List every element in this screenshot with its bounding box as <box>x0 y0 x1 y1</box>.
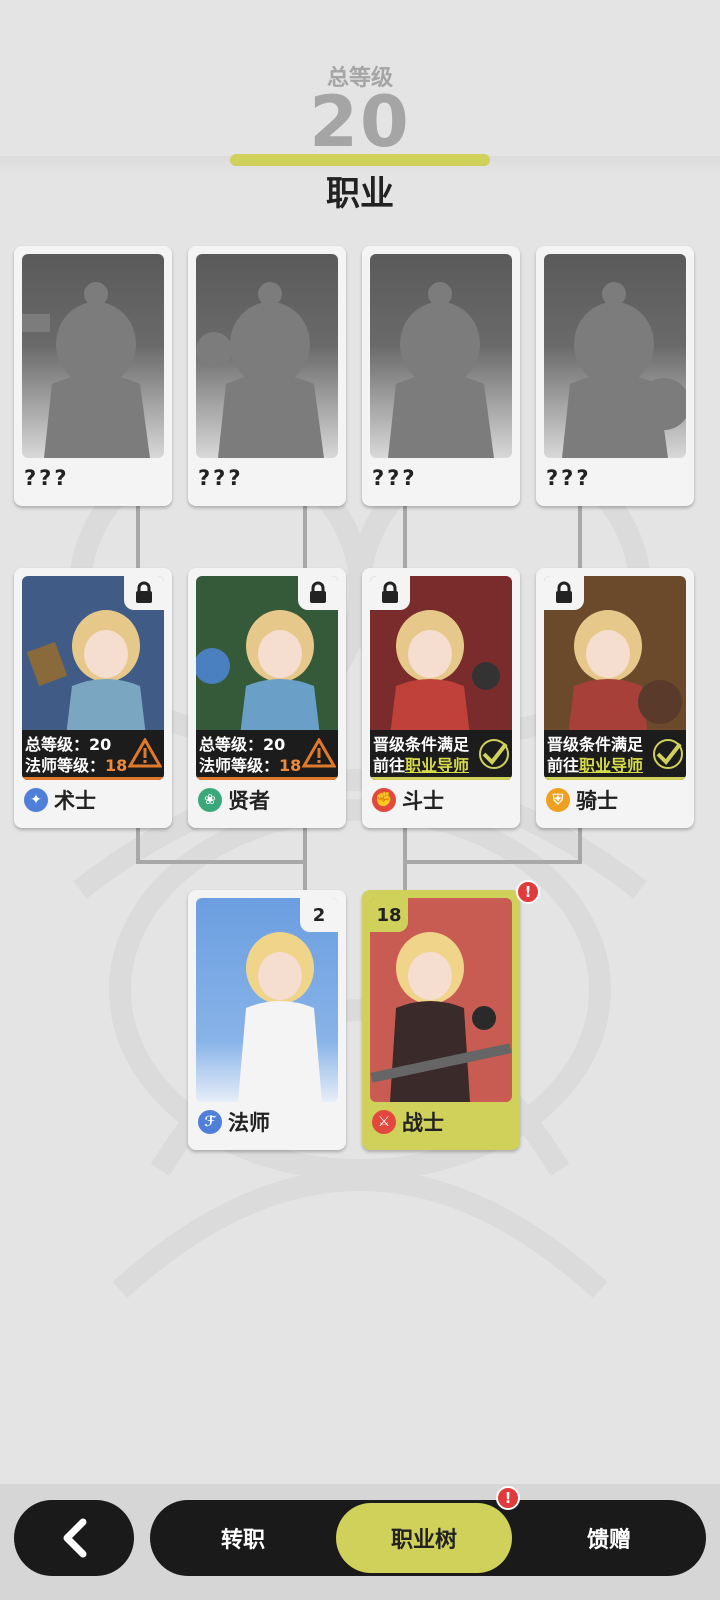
checkmark-icon <box>653 739 683 769</box>
back-button[interactable] <box>14 1500 134 1576</box>
fighter-portrait: 晋级条件满足 前往职业导师 <box>370 576 512 780</box>
alert-badge-icon: ! <box>516 880 540 904</box>
class-level-badge: 2 <box>300 898 338 932</box>
warrior-portrait: 18 <box>370 898 512 1102</box>
warrior-icon: ⚔ <box>372 1110 396 1134</box>
class-name: 斗士 <box>402 789 444 813</box>
class-name: 战士 <box>402 1111 444 1135</box>
requirement-banner: 总等级：20 法师等级：18 <box>22 730 164 780</box>
unknown-class-card[interactable]: ??? <box>536 246 694 506</box>
requirement-banner[interactable]: 晋级条件满足 前往职业导师 <box>544 730 686 780</box>
warning-icon <box>128 738 162 768</box>
lock-icon <box>370 576 410 610</box>
sage-portrait: 总等级：20 法师等级：18 <box>196 576 338 780</box>
class-name: ??? <box>372 466 418 490</box>
bottom-tab-bar: 转职 职业树 馈赠 <box>150 1500 706 1576</box>
warning-icon <box>302 738 336 768</box>
lock-icon <box>544 576 584 610</box>
silhouette-portrait <box>22 254 164 458</box>
checkmark-icon <box>479 739 509 769</box>
class-level-badge: 18 <box>370 898 408 932</box>
lock-icon <box>124 576 164 610</box>
alert-badge-icon: ! <box>496 1486 520 1510</box>
unknown-class-card[interactable]: ??? <box>14 246 172 506</box>
class-card-warlock[interactable]: 总等级：20 法师等级：18 ✦ 术士 <box>14 568 172 828</box>
class-card-sage[interactable]: 总等级：20 法师等级：18 ❀ 贤者 <box>188 568 346 828</box>
tab-gifts[interactable]: 馈赠 <box>512 1500 706 1576</box>
tab-class-tree[interactable]: 职业树 <box>336 1503 512 1573</box>
unknown-class-card[interactable]: ??? <box>362 246 520 506</box>
back-arrow-icon <box>63 1518 87 1558</box>
warlock-icon: ✦ <box>24 788 48 812</box>
class-name: 骑士 <box>576 789 618 813</box>
class-name: 贤者 <box>228 789 270 813</box>
class-card-fighter[interactable]: 晋级条件满足 前往职业导师 ✊ 斗士 <box>362 568 520 828</box>
silhouette-portrait <box>196 254 338 458</box>
class-card-mage[interactable]: 2 ℱ 法师 <box>188 890 346 1150</box>
mage-icon: ℱ <box>198 1110 222 1134</box>
unknown-class-card[interactable]: ??? <box>188 246 346 506</box>
fighter-icon: ✊ <box>372 788 396 812</box>
tab-class-change[interactable]: 转职 <box>150 1500 336 1576</box>
class-name: ??? <box>198 466 244 490</box>
warlock-portrait: 总等级：20 法师等级：18 <box>22 576 164 780</box>
class-card-warrior[interactable]: 18 ⚔ 战士 <box>362 890 520 1150</box>
silhouette-portrait <box>544 254 686 458</box>
mage-portrait: 2 <box>196 898 338 1102</box>
requirement-banner: 总等级：20 法师等级：18 <box>196 730 338 780</box>
sage-icon: ❀ <box>198 788 222 812</box>
knight-icon: ⛨ <box>546 788 570 812</box>
silhouette-portrait <box>370 254 512 458</box>
requirement-banner[interactable]: 晋级条件满足 前往职业导师 <box>370 730 512 780</box>
class-name: 法师 <box>228 1111 270 1135</box>
knight-portrait: 晋级条件满足 前往职业导师 <box>544 576 686 780</box>
class-card-knight[interactable]: 晋级条件满足 前往职业导师 ⛨ 骑士 <box>536 568 694 828</box>
class-name: 术士 <box>54 789 96 813</box>
class-name: ??? <box>24 466 70 490</box>
class-name: ??? <box>546 466 592 490</box>
lock-icon <box>298 576 338 610</box>
